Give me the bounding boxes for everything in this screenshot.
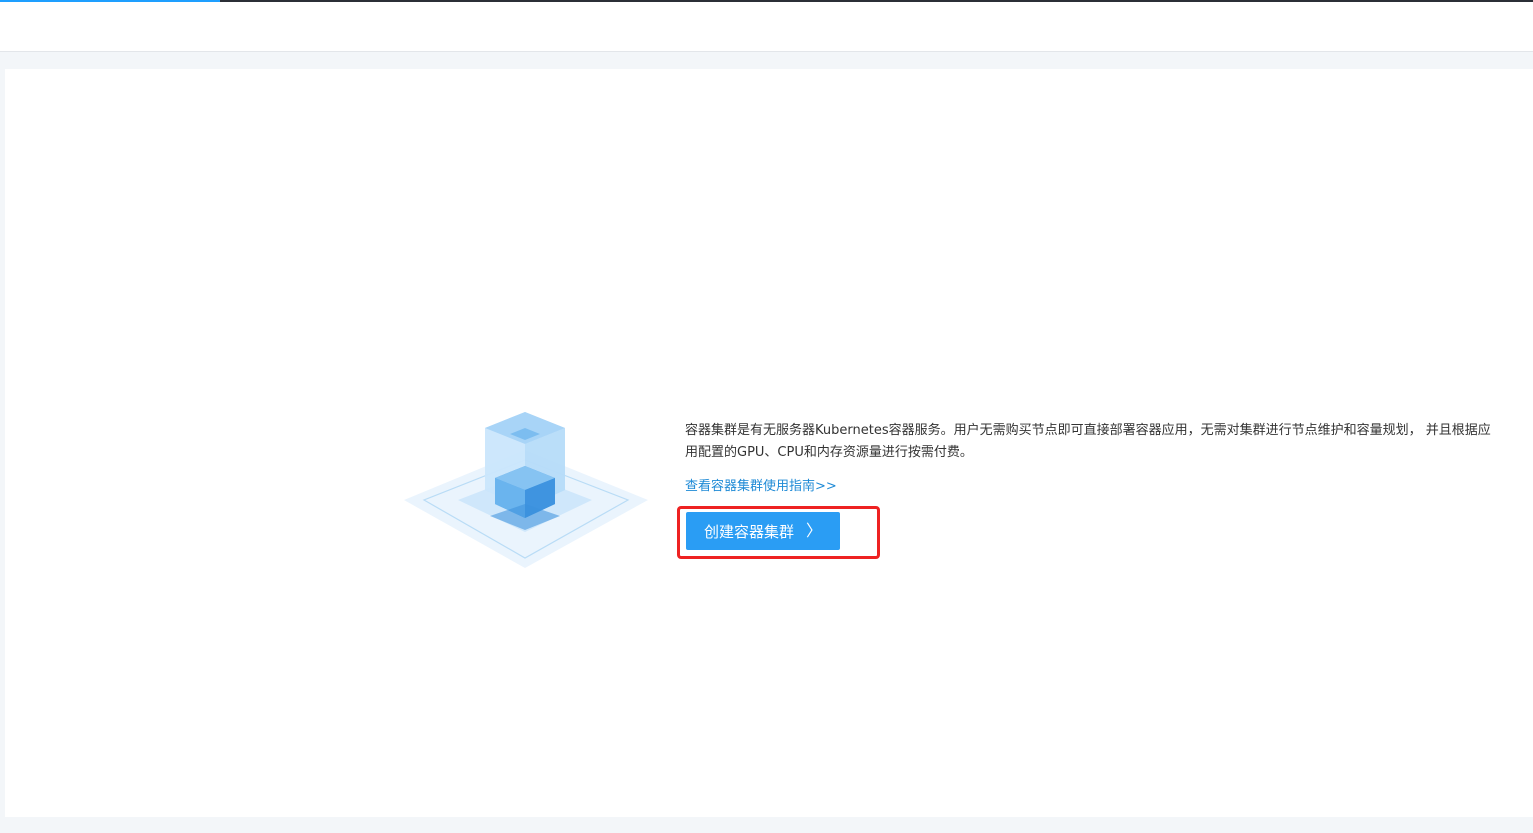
chevron-right-icon: 〉	[806, 521, 823, 540]
usage-guide-link[interactable]: 查看容器集群使用指南>>	[685, 478, 837, 496]
create-button-label: 创建容器集群	[703, 522, 794, 541]
create-container-cluster-button[interactable]: 创建容器集群 〉	[686, 512, 840, 550]
cluster-description: 容器集群是有无服务器Kubernetes容器服务。用户无需购买节点即可直接部署容…	[685, 423, 1491, 460]
top-bar	[0, 0, 1533, 52]
loading-progress-bar	[0, 0, 220, 2]
container-cluster-illustration	[404, 412, 648, 568]
